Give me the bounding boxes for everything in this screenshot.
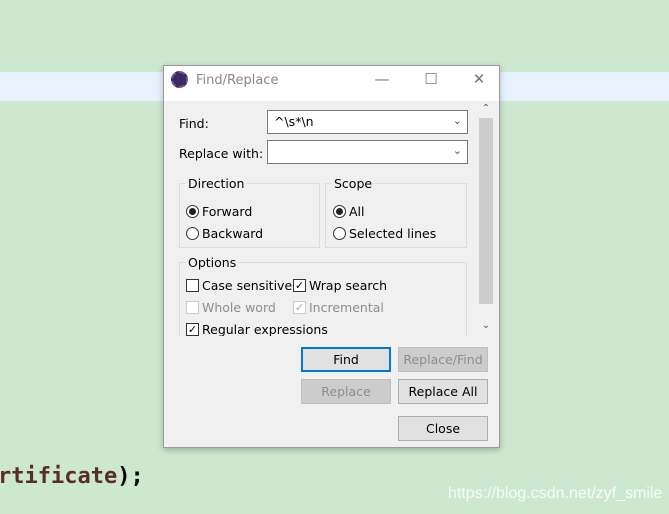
dialog-content: Find: ^\s*\n ⌄ Replace with: ⌄ Direction …: [164, 101, 478, 336]
incremental-checkbox[interactable]: ✓: [293, 301, 306, 314]
regex-checkbox[interactable]: ✓: [186, 323, 199, 336]
minimize-icon[interactable]: —: [367, 70, 397, 92]
close-icon[interactable]: ✕: [464, 70, 494, 92]
watermark: https://blog.csdn.net/zyf_smile: [448, 485, 663, 502]
scope-label: Scope: [332, 176, 375, 191]
all-radio[interactable]: [333, 205, 346, 218]
forward-radio[interactable]: [186, 205, 199, 218]
close-button[interactable]: Close: [398, 416, 488, 441]
direction-label: Direction: [186, 176, 247, 191]
all-label[interactable]: All: [349, 204, 365, 219]
whole-word-label: Whole word: [202, 300, 276, 315]
incremental-label: Incremental: [309, 300, 384, 315]
find-replace-dialog: Find/Replace — ☐ ✕ Find: ^\s*\n ⌄ Replace…: [163, 65, 500, 448]
find-label: Find:: [179, 116, 209, 131]
case-sensitive-checkbox[interactable]: [186, 279, 199, 292]
case-sensitive-label[interactable]: Case sensitive: [202, 278, 292, 293]
replace-button[interactable]: Replace: [301, 379, 391, 404]
chevron-down-icon[interactable]: ⌄: [453, 114, 462, 127]
regex-label[interactable]: Regular expressions: [202, 322, 328, 336]
find-input[interactable]: ^\s*\n ⌄: [267, 110, 468, 134]
chevron-down-icon[interactable]: ⌄: [453, 144, 462, 157]
options-label: Options: [186, 255, 239, 270]
find-button[interactable]: Find: [301, 347, 391, 372]
scroll-up-icon[interactable]: ⌃: [478, 103, 494, 114]
replace-find-button[interactable]: Replace/Find: [398, 347, 488, 372]
replace-all-button[interactable]: Replace All: [398, 379, 488, 404]
title-bar[interactable]: Find/Replace — ☐ ✕: [164, 66, 499, 101]
whole-word-checkbox[interactable]: [186, 301, 199, 314]
replace-input[interactable]: ⌄: [267, 140, 468, 164]
wrap-search-label[interactable]: Wrap search: [309, 278, 387, 293]
backward-radio[interactable]: [186, 227, 199, 240]
selected-lines-radio[interactable]: [333, 227, 346, 240]
replace-label: Replace with:: [179, 146, 264, 161]
forward-label[interactable]: Forward: [202, 204, 252, 219]
eclipse-app-icon: [171, 71, 188, 88]
scrollbar-thumb[interactable]: [479, 118, 493, 304]
backward-label[interactable]: Backward: [202, 226, 263, 241]
maximize-icon[interactable]: ☐: [416, 70, 446, 92]
selected-lines-label[interactable]: Selected lines: [349, 226, 436, 241]
code-line: rtificate);: [0, 464, 144, 489]
wrap-search-checkbox[interactable]: ✓: [293, 279, 306, 292]
scrollbar[interactable]: ⌃ ⌄: [478, 101, 494, 336]
find-value: ^\s*\n: [274, 114, 314, 129]
code-suffix: );: [117, 464, 144, 489]
dialog-title: Find/Replace: [196, 73, 279, 88]
code-text: rtificate: [0, 464, 118, 489]
scroll-down-icon[interactable]: ⌄: [478, 320, 494, 331]
